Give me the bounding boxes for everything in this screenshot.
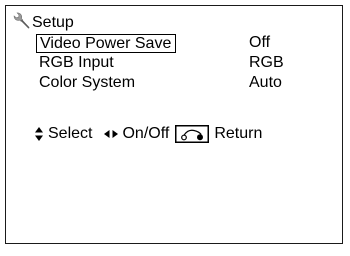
setting-value: Off (249, 34, 271, 51)
setting-value: Auto (249, 74, 282, 91)
setup-menu-screen: Setup Video Power Save Off RGB Input RGB… (5, 5, 343, 244)
select-hint-label: Select (48, 125, 93, 142)
return-hint: Return (175, 125, 262, 143)
setting-label: Color System (39, 74, 136, 91)
menu-header: Setup (13, 12, 74, 32)
setting-label: RGB Input (39, 54, 114, 71)
return-hint-label: Return (214, 125, 263, 142)
onoff-hint-label: On/Off (122, 125, 170, 142)
setting-label: Video Power Save (36, 34, 177, 53)
onoff-hint: On/Off (104, 125, 169, 143)
return-button-icon (175, 125, 210, 143)
menu-title: Setup (32, 14, 74, 31)
left-right-arrow-icon (104, 130, 119, 138)
key-guide: Select On/Off Return (35, 125, 262, 143)
select-hint: Select (35, 125, 92, 143)
up-down-arrow-icon (35, 127, 43, 141)
setting-value: RGB (249, 54, 284, 71)
wrench-icon (13, 12, 30, 29)
